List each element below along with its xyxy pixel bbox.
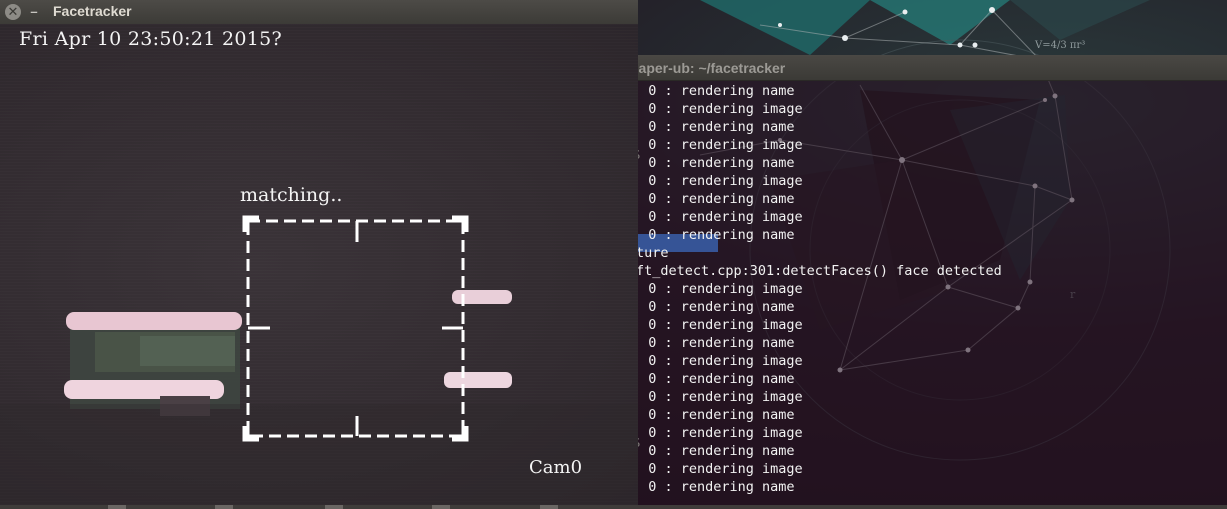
- tracking-status: matching..: [240, 184, 343, 206]
- close-icon[interactable]: ✕: [5, 4, 21, 20]
- camera-scene: [0, 215, 638, 505]
- terminal-line: - 0 : rendering image: [632, 173, 803, 189]
- strip-tick: [108, 505, 126, 509]
- terminal-line: - 0 : rendering image: [632, 389, 803, 405]
- terminal-line: - 0 : rendering image: [632, 461, 803, 477]
- terminal-line: - 0 : rendering name: [632, 371, 795, 387]
- terminal-line: - 0 : rendering name: [632, 335, 795, 351]
- terminal-line: - 0 : rendering image: [632, 101, 803, 117]
- terminal-line: - 0 : rendering name: [632, 119, 795, 135]
- terminal-line: - 0 : rendering image: [632, 137, 803, 153]
- facetracker-titlebar[interactable]: ✕ – Facetracker: [0, 0, 638, 24]
- camera-feed[interactable]: Fri Apr 10 23:50:21 2015? matching.. Cam…: [0, 24, 638, 505]
- terminal-line: ture: [636, 245, 669, 261]
- terminal-line: - 0 : rendering image: [632, 281, 803, 297]
- camera-label: Cam0: [529, 457, 583, 478]
- terminal-line: - 0 : rendering name: [632, 299, 795, 315]
- wallpaper-formula: V=4/3 πr³: [1034, 40, 1085, 51]
- terminal-line: - 0 : rendering name: [632, 443, 795, 459]
- terminal-line: - 0 : rendering name: [632, 479, 795, 495]
- terminal-line: - 0 : rendering name: [632, 155, 795, 171]
- strip-tick: [215, 505, 233, 509]
- terminal-titlebar[interactable]: naper-ub: ~/facetracker: [600, 55, 1227, 81]
- minimize-icon[interactable]: –: [26, 4, 42, 20]
- terminal-line: - 0 : rendering name: [632, 83, 795, 99]
- terminal-line: - 0 : rendering image: [632, 425, 803, 441]
- strip-tick: [540, 505, 558, 509]
- terminal-line: - 0 : rendering image: [632, 209, 803, 225]
- terminal-line: - 0 : rendering image: [632, 353, 803, 369]
- terminal-line: - 0 : rendering image: [632, 317, 803, 333]
- terminal-line: ft_detect.cpp:301:detectFaces() face det…: [636, 263, 1002, 279]
- terminal-line: - 0 : rendering name: [632, 407, 795, 423]
- window-title: Facetracker: [53, 3, 132, 19]
- strip-tick: [325, 505, 343, 509]
- facetracker-window[interactable]: ✕ – Facetracker Fri Apr 10 23:50:21 2015…: [0, 0, 638, 509]
- strip-tick: [432, 505, 450, 509]
- bottom-strip: [0, 505, 1227, 509]
- terminal-output[interactable]: $ $ - 0 : rendering name- 0 : rendering …: [600, 81, 1227, 509]
- terminal-line: - 0 : rendering name: [632, 191, 795, 207]
- terminal-title: naper-ub: ~/facetracker: [630, 60, 786, 76]
- video-timestamp: Fri Apr 10 23:50:21 2015?: [19, 28, 283, 50]
- terminal-line: - 0 : rendering name: [632, 227, 795, 243]
- terminal-window[interactable]: naper-ub: ~/facetracker $ $ - 0 : render…: [600, 55, 1227, 509]
